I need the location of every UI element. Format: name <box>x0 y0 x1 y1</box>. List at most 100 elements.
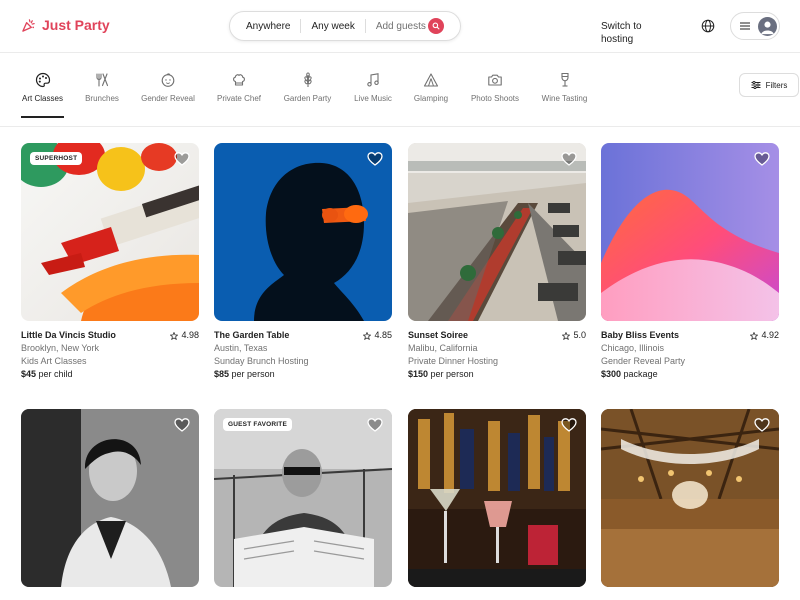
listing-price: $150 per person <box>408 368 586 381</box>
search-icon <box>432 22 440 30</box>
rating-value: 5.0 <box>573 330 586 340</box>
listing-price: $85 per person <box>214 368 392 381</box>
price-amount: $45 <box>21 369 37 379</box>
heart-icon[interactable] <box>561 417 577 433</box>
category-private-chef[interactable]: Private Chef <box>216 72 262 120</box>
listing-rating: 4.85 <box>363 329 392 342</box>
listing-image[interactable] <box>601 143 779 321</box>
heart-icon[interactable] <box>367 151 383 167</box>
listing-card[interactable]: Baby Bliss Events 4.92 Chicago, Illinois… <box>601 143 779 381</box>
category-wine-tasting[interactable]: Wine Tasting <box>540 72 589 120</box>
baby-face-icon <box>161 73 175 87</box>
listing-price: $45 per child <box>21 368 199 381</box>
listing-meta: Little Da Vincis Studio 4.98 Brooklyn, N… <box>21 329 199 381</box>
price-unit: per child <box>38 369 73 379</box>
listing-title: Sunset Soiree <box>408 330 469 340</box>
listing-card[interactable] <box>21 409 199 587</box>
star-icon <box>750 331 759 340</box>
search-where[interactable]: Anywhere <box>230 19 300 33</box>
listing-card[interactable]: Sunset Soiree 5.0 Malibu, California Pri… <box>408 143 586 381</box>
listing-image[interactable] <box>408 143 586 321</box>
category-bar: Art Classes Brunches Gender Reveal Priva… <box>0 54 800 127</box>
chef-hat-icon <box>233 74 245 86</box>
category-gender-reveal[interactable]: Gender Reveal <box>141 72 195 120</box>
listing-title: The Garden Table <box>214 330 290 340</box>
listing-category: Sunday Brunch Hosting <box>214 356 309 366</box>
wheat-icon <box>303 72 312 87</box>
user-icon <box>761 21 774 35</box>
heart-icon[interactable] <box>367 417 383 433</box>
price-unit: per person <box>231 369 275 379</box>
listing-card[interactable]: The Garden Table 4.85 Austin, Texas Sund… <box>214 143 392 381</box>
listing-card[interactable] <box>601 409 779 587</box>
listing-meta: The Garden Table 4.85 Austin, Texas Sund… <box>214 329 392 381</box>
listing-card[interactable] <box>408 409 586 587</box>
listing-card[interactable]: SUPERHOST Little Da Vincis Studio 4.98 B… <box>21 143 199 381</box>
camera-icon <box>488 74 502 86</box>
switch-to-hosting-link[interactable]: Switch to hosting <box>601 20 642 46</box>
heart-icon[interactable] <box>754 417 770 433</box>
listing-category: Private Dinner Hosting <box>408 356 499 366</box>
switch-line-2: hosting <box>601 34 634 45</box>
utensils-icon <box>96 73 109 87</box>
heart-icon[interactable] <box>174 417 190 433</box>
category-label: Garden Party <box>283 94 332 103</box>
listing-image[interactable]: SUPERHOST <box>21 143 199 321</box>
listing-rating: 5.0 <box>562 329 586 342</box>
rating-value: 4.98 <box>181 330 199 340</box>
listing-badge: SUPERHOST <box>30 152 83 165</box>
search-when[interactable]: Any week <box>300 19 364 33</box>
sliders-icon <box>751 80 761 90</box>
search-bar[interactable]: Anywhere Any week Add guests <box>229 11 461 41</box>
listing-card[interactable]: GUEST FAVORITE <box>214 409 392 587</box>
star-icon <box>562 331 571 340</box>
category-glamping[interactable]: Glamping <box>413 72 449 120</box>
avatar <box>758 17 777 36</box>
listing-location: Malibu, California <box>408 343 478 353</box>
category-label: Live Music <box>354 94 392 103</box>
listing-category: Kids Art Classes <box>21 356 87 366</box>
listing-rating: 4.92 <box>750 329 779 342</box>
star-icon <box>170 331 179 340</box>
listing-location: Chicago, Illinois <box>601 343 665 353</box>
rating-value: 4.85 <box>374 330 392 340</box>
globe-icon[interactable] <box>701 19 715 33</box>
listing-price: $300 package <box>601 368 779 381</box>
man-reading-newspaper-photo <box>214 409 392 587</box>
category-label: Wine Tasting <box>541 94 588 103</box>
search-guests[interactable]: Add guests <box>364 19 432 33</box>
heart-icon[interactable] <box>754 151 770 167</box>
woman-silhouette-photo <box>214 143 392 321</box>
price-unit: per person <box>430 369 474 379</box>
filters-button[interactable]: Filters <box>739 73 799 97</box>
category-garden-party[interactable]: Garden Party <box>283 72 332 120</box>
palette-icon <box>35 72 50 88</box>
bw-portrait-photo <box>21 409 199 587</box>
category-label: Private Chef <box>216 94 262 103</box>
tent-icon <box>423 73 439 87</box>
bar-cocktails-photo <box>408 409 586 587</box>
category-label: Art Classes <box>22 94 63 103</box>
category-art-classes[interactable]: Art Classes <box>21 72 64 120</box>
barn-venue-photo <box>601 409 779 587</box>
listing-image[interactable] <box>214 143 392 321</box>
brand-name: Just Party <box>42 17 110 33</box>
listing-image[interactable] <box>601 409 779 587</box>
listing-badge: GUEST FAVORITE <box>223 418 293 431</box>
heart-icon[interactable] <box>174 151 190 167</box>
category-label: Photo Shoots <box>470 94 520 103</box>
listing-image[interactable]: GUEST FAVORITE <box>214 409 392 587</box>
listing-meta: Sunset Soiree 5.0 Malibu, California Pri… <box>408 329 586 381</box>
star-icon <box>363 331 372 340</box>
category-brunches[interactable]: Brunches <box>84 72 120 120</box>
rating-value: 4.92 <box>761 330 779 340</box>
user-menu-button[interactable] <box>730 12 780 40</box>
search-button[interactable] <box>428 18 444 34</box>
heart-icon[interactable] <box>561 151 577 167</box>
price-amount: $300 <box>601 369 622 379</box>
brand-logo[interactable]: Just Party <box>21 17 110 33</box>
category-photo-shoots[interactable]: Photo Shoots <box>470 72 520 120</box>
listing-image[interactable] <box>408 409 586 587</box>
category-live-music[interactable]: Live Music <box>353 72 393 120</box>
listing-image[interactable] <box>21 409 199 587</box>
